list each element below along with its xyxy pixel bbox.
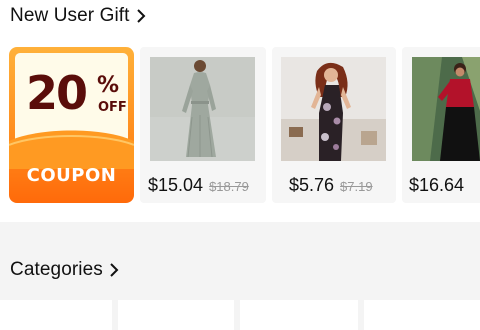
product-original-price: $7.19 [340, 179, 373, 194]
coupon-card[interactable]: 20 % OFF COUPON [9, 47, 134, 203]
coupon-label: COUPON [26, 165, 117, 186]
category-tile[interactable] [0, 300, 112, 330]
new-user-gift-header[interactable]: New User Gift [10, 5, 146, 27]
product-price: $16.64 [409, 175, 465, 195]
product-prices: $15.04 $18.79 [148, 175, 249, 196]
chevron-right-icon [136, 9, 146, 23]
category-tile[interactable] [364, 300, 480, 330]
categories-header[interactable]: Categories [10, 259, 119, 281]
coupon-percent: 20 [26, 66, 88, 120]
new-user-gift-title: New User Gift [10, 5, 130, 26]
product-image [281, 57, 386, 161]
coupon-off: OFF [98, 100, 127, 115]
new-user-gift-section: New User Gift 20 % OFF COUPON $15.04 $18… [0, 0, 480, 222]
product-price: $15.04 [148, 175, 204, 195]
product-image [150, 57, 255, 161]
coupon-wave [9, 130, 134, 169]
product-image [412, 57, 480, 161]
coupon-percent-sign: % [97, 73, 120, 98]
product-price: $5.76 [289, 175, 335, 195]
product-card[interactable]: $5.76 $7.19 [272, 47, 396, 203]
category-tile[interactable] [240, 300, 358, 330]
product-card[interactable]: $15.04 $18.79 [140, 47, 266, 203]
categories-title: Categories [10, 259, 103, 280]
category-tile[interactable] [118, 300, 234, 330]
product-card[interactable]: $16.64 [402, 47, 480, 203]
chevron-right-icon [109, 263, 119, 277]
product-prices: $16.64 [409, 175, 464, 196]
product-prices: $5.76 $7.19 [289, 175, 373, 196]
product-original-price: $18.79 [209, 179, 249, 194]
